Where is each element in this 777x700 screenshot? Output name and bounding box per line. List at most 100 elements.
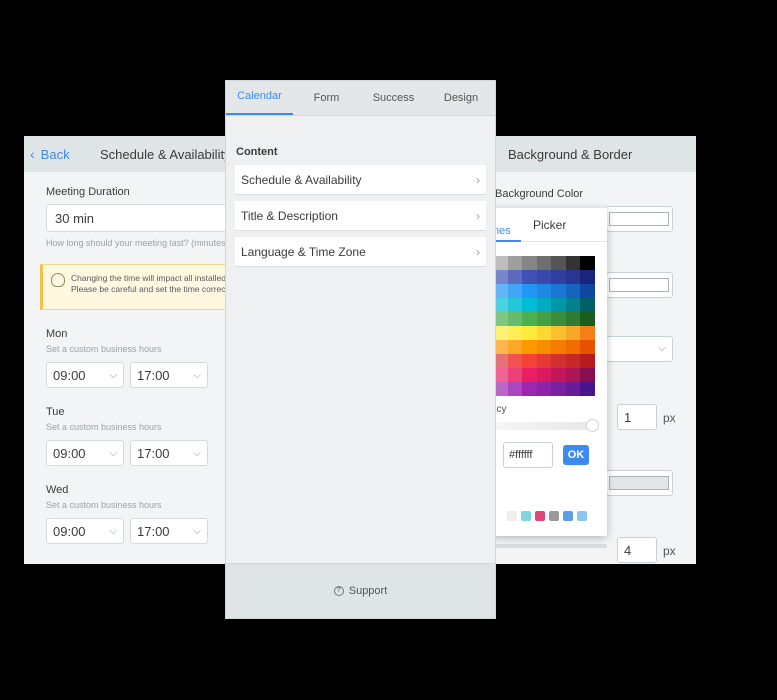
recent-color-swatch[interactable]	[521, 511, 531, 521]
color-swatch[interactable]	[507, 312, 522, 326]
color-swatch[interactable]	[522, 340, 537, 354]
color-swatch[interactable]	[580, 298, 595, 312]
wed-start-time-select[interactable]: 09:00 ⌵	[46, 518, 124, 544]
color-swatch[interactable]	[522, 326, 537, 340]
color-swatch[interactable]	[507, 382, 522, 396]
color-swatch[interactable]	[551, 298, 566, 312]
opacity-slider-handle[interactable]	[586, 419, 599, 432]
color-swatch[interactable]	[580, 354, 595, 368]
color-swatch[interactable]	[522, 256, 537, 270]
color-swatch[interactable]	[565, 368, 580, 382]
back-button[interactable]: ‹ Back	[30, 146, 100, 162]
color-swatch[interactable]	[565, 256, 580, 270]
color-swatch[interactable]	[493, 326, 508, 340]
tab-calendar[interactable]: Calendar	[226, 81, 293, 115]
color-swatch[interactable]	[522, 368, 537, 382]
color-swatch[interactable]	[493, 340, 508, 354]
meeting-duration-input[interactable]: 30 min	[46, 204, 236, 232]
recent-color-swatch[interactable]	[535, 511, 545, 521]
color-swatch[interactable]	[536, 256, 551, 270]
recent-color-swatch[interactable]	[507, 511, 517, 521]
color-swatch[interactable]	[536, 284, 551, 298]
color-swatch[interactable]	[493, 368, 508, 382]
color-swatch[interactable]	[507, 326, 522, 340]
opacity-slider[interactable]	[495, 422, 595, 430]
color-swatch[interactable]	[507, 284, 522, 298]
tue-start-time-select[interactable]: 09:00 ⌵	[46, 440, 124, 466]
color-swatch[interactable]	[507, 368, 522, 382]
color-swatch[interactable]	[507, 256, 522, 270]
tab-success[interactable]: Success	[360, 81, 427, 115]
color-swatch[interactable]	[493, 312, 508, 326]
radius-input[interactable]: 4	[617, 537, 657, 563]
color-swatch[interactable]	[522, 312, 537, 326]
color-swatch[interactable]	[580, 270, 595, 284]
menu-item-schedule[interactable]: Schedule & Availability ›	[235, 165, 486, 195]
color-swatch[interactable]	[522, 382, 537, 396]
color-swatch[interactable]	[565, 312, 580, 326]
color-swatch[interactable]	[580, 340, 595, 354]
border-color-swatch[interactable]	[605, 470, 673, 496]
color-swatch[interactable]	[536, 368, 551, 382]
ok-button[interactable]: OK	[563, 445, 589, 465]
recent-color-swatch[interactable]	[563, 511, 573, 521]
hex-color-input[interactable]: #ffffff	[503, 442, 553, 468]
color-swatch[interactable]	[536, 340, 551, 354]
color-swatch[interactable]	[565, 270, 580, 284]
color-swatch[interactable]	[551, 340, 566, 354]
color-swatch[interactable]	[493, 284, 508, 298]
color-swatch[interactable]	[551, 256, 566, 270]
color-swatch[interactable]	[551, 326, 566, 340]
menu-item-title-description[interactable]: Title & Description ›	[235, 201, 486, 231]
color-swatch[interactable]	[551, 368, 566, 382]
color-swatch[interactable]	[565, 340, 580, 354]
color-swatch[interactable]	[565, 382, 580, 396]
color-swatch[interactable]	[493, 256, 508, 270]
mon-end-time-select[interactable]: 17:00 ⌵	[130, 362, 208, 388]
wed-end-time-select[interactable]: 17:00 ⌵	[130, 518, 208, 544]
tab-themes[interactable]: nes	[491, 208, 521, 242]
recent-color-swatch[interactable]	[577, 511, 587, 521]
color-swatch[interactable]	[580, 368, 595, 382]
color-swatch[interactable]	[551, 270, 566, 284]
color-swatch[interactable]	[536, 312, 551, 326]
color-swatch[interactable]	[551, 312, 566, 326]
color-swatch[interactable]	[522, 298, 537, 312]
color-swatch[interactable]	[536, 326, 551, 340]
background-color-swatch[interactable]	[605, 206, 673, 232]
color-swatch[interactable]	[507, 354, 522, 368]
support-link[interactable]: ? Support	[226, 563, 495, 618]
border-width-input[interactable]: 1	[617, 404, 657, 430]
color-swatch[interactable]	[507, 270, 522, 284]
color-swatch[interactable]	[507, 340, 522, 354]
color-swatch[interactable]	[522, 270, 537, 284]
color-swatch[interactable]	[536, 354, 551, 368]
color-swatch[interactable]	[493, 382, 508, 396]
menu-item-language-timezone[interactable]: Language & Time Zone ›	[235, 237, 486, 267]
color-swatch[interactable]	[565, 326, 580, 340]
color-swatch[interactable]	[522, 284, 537, 298]
tab-picker[interactable]: Picker	[533, 218, 566, 232]
color-swatch[interactable]	[580, 256, 595, 270]
color-swatch[interactable]	[580, 382, 595, 396]
color-swatch[interactable]	[551, 382, 566, 396]
color-swatch[interactable]	[551, 284, 566, 298]
color-swatch[interactable]	[507, 298, 522, 312]
color-swatch[interactable]	[493, 354, 508, 368]
color-swatch[interactable]	[536, 270, 551, 284]
color-swatch[interactable]	[580, 312, 595, 326]
tab-form[interactable]: Form	[293, 81, 360, 115]
color-swatch[interactable]	[493, 270, 508, 284]
color-swatch[interactable]	[536, 382, 551, 396]
color-swatch[interactable]	[522, 354, 537, 368]
recent-color-swatch[interactable]	[549, 511, 559, 521]
color-swatch[interactable]	[551, 354, 566, 368]
radius-slider[interactable]	[493, 544, 607, 548]
color-swatch[interactable]	[493, 298, 508, 312]
gradient-color-swatch[interactable]	[605, 272, 673, 298]
color-swatch[interactable]	[565, 284, 580, 298]
color-palette-grid[interactable]	[493, 256, 595, 396]
mon-start-time-select[interactable]: 09:00 ⌵	[46, 362, 124, 388]
color-swatch[interactable]	[565, 354, 580, 368]
color-swatch[interactable]	[565, 298, 580, 312]
